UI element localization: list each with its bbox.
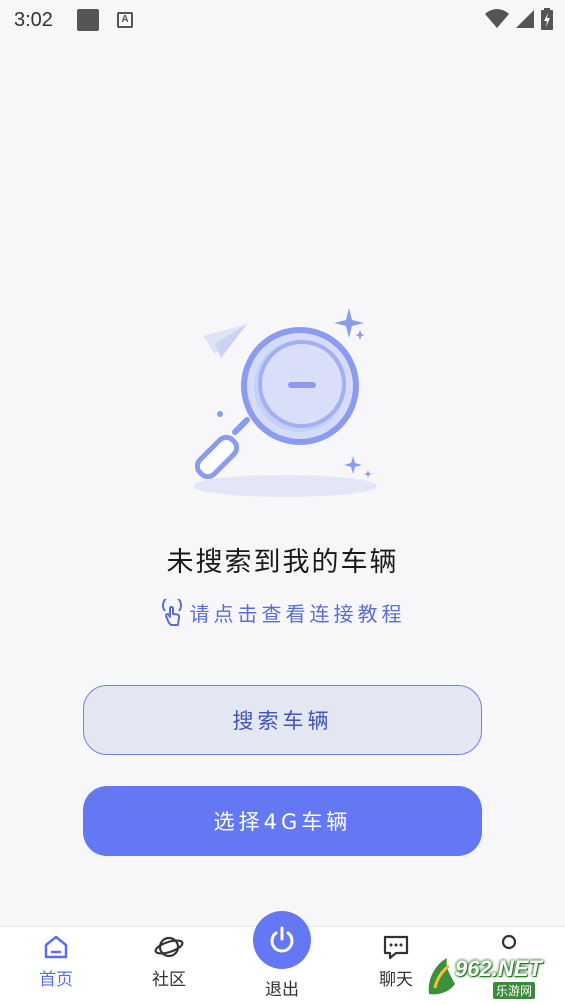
tab-exit[interactable]: 退出	[242, 911, 322, 1001]
tab-chat-label: 聊天	[379, 970, 413, 990]
select-4g-vehicle-button[interactable]: 选择4G车辆	[83, 786, 482, 856]
tab-chat[interactable]: 聊天	[356, 933, 436, 1003]
battery-charging-icon	[541, 8, 553, 30]
notification-square-icon	[76, 9, 99, 31]
search-vehicle-button[interactable]: 搜索车辆	[83, 685, 482, 755]
planet-icon	[154, 936, 184, 958]
tab-community[interactable]: 社区	[129, 933, 209, 1003]
watermark-subtext: 乐游网	[493, 982, 536, 999]
home-icon	[44, 935, 68, 959]
keyboard-a-icon: A	[116, 12, 133, 28]
signal-icon	[516, 10, 534, 28]
magnifier-search-empty-icon	[193, 308, 377, 497]
exit-button[interactable]	[253, 911, 311, 969]
tutorial-link-label[interactable]: 请点击查看连接教程	[190, 598, 406, 627]
site-watermark: 962.NET 乐游网	[425, 952, 561, 1000]
status-time: 3:02	[14, 8, 53, 31]
watermark-text: 962.NET	[455, 956, 542, 981]
power-icon	[270, 926, 294, 953]
wifi-icon	[485, 9, 509, 28]
status-bar: 3:02 A	[0, 0, 565, 40]
status-right-icons	[485, 8, 553, 30]
watermark-logo-icon	[428, 958, 455, 995]
empty-state-title: 未搜索到我的车辆	[166, 547, 399, 578]
tab-community-label: 社区	[152, 970, 186, 990]
connection-tutorial-link[interactable]: 请点击查看连接教程	[0, 598, 565, 627]
tab-home-label: 首页	[39, 970, 73, 990]
tab-exit-label: 退出	[265, 980, 299, 1000]
hand-tap-icon	[161, 598, 182, 626]
chat-bubble-icon	[383, 935, 409, 960]
tab-home[interactable]: 首页	[16, 933, 96, 1003]
